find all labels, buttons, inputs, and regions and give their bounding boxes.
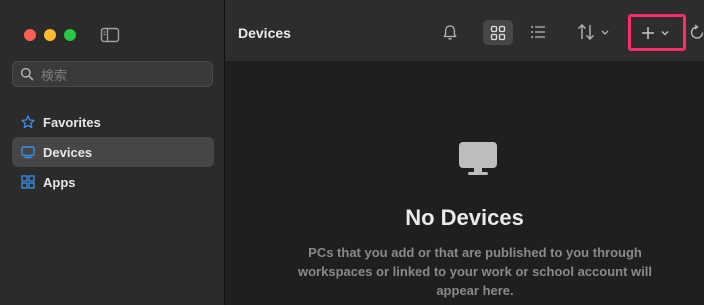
- empty-state-title: No Devices: [405, 205, 524, 230]
- sidebar: Favorites Devices Apps: [0, 0, 225, 305]
- sort-button[interactable]: [577, 21, 615, 43]
- sidebar-item-favorites[interactable]: Favorites: [12, 107, 214, 137]
- minimize-window-button[interactable]: [44, 29, 56, 41]
- sidebar-item-devices[interactable]: Devices: [12, 137, 214, 167]
- empty-state-description: PCs that you add or that are published t…: [298, 245, 652, 298]
- bell-icon[interactable]: [440, 22, 460, 42]
- apps-grid-icon: [21, 175, 35, 189]
- grid-view-button[interactable]: [483, 20, 513, 45]
- close-window-button[interactable]: [24, 29, 36, 41]
- sidebar-item-label: Devices: [43, 144, 93, 160]
- star-icon: [21, 115, 35, 129]
- add-icon: [637, 23, 677, 43]
- sidebar-item-label: Apps: [43, 174, 76, 190]
- grid-view-icon: [490, 25, 506, 41]
- app-window: Favorites Devices Apps: [0, 0, 718, 305]
- toolbar: Devices: [225, 0, 704, 61]
- page-title: Devices: [238, 25, 291, 41]
- search-icon: [20, 67, 34, 81]
- monitor-icon: [457, 138, 499, 180]
- list-view-icon[interactable]: [528, 22, 548, 42]
- sort-icon: [577, 22, 615, 42]
- search-input[interactable]: [39, 65, 213, 85]
- window-edge: [704, 0, 718, 305]
- monitor-icon: [21, 145, 35, 159]
- sidebar-item-apps[interactable]: Apps: [12, 167, 214, 197]
- zoom-window-button[interactable]: [64, 29, 76, 41]
- main-content: No Devices PCs that you add or that are …: [225, 61, 704, 305]
- sidebar-item-label: Favorites: [43, 114, 101, 130]
- refresh-icon[interactable]: [690, 22, 704, 42]
- add-button[interactable]: [628, 14, 686, 51]
- sidebar-toggle-icon[interactable]: [100, 27, 120, 43]
- search-field[interactable]: [12, 61, 213, 87]
